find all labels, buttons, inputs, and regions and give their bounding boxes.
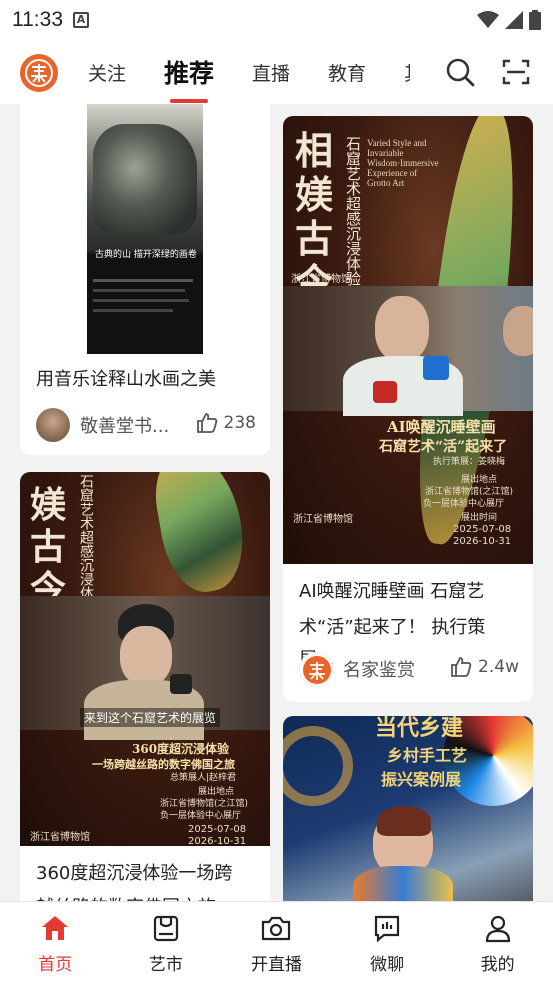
top-nav: 关注 推荐 直播 教育 其 (0, 40, 553, 104)
card-thumbnail: 相 媄 古 今 石窟艺术超感沉浸体验 Varied Style and Inva… (283, 116, 533, 564)
venue-text: 浙江省博物馆(之江馆) (160, 799, 249, 809)
venue-text: 浙江省博物馆(之江馆) (425, 487, 514, 497)
museum-logo-text: 浙江省博物馆 (291, 274, 351, 285)
card-author: 名家鉴赏 (299, 652, 415, 686)
tab-follow[interactable]: 关注 (88, 59, 126, 86)
date-end: 2026-10-31 (188, 836, 247, 846)
card-thumbnail: 古典的山 描开深绿的画卷 (20, 104, 270, 354)
nav-label: 开直播 (250, 955, 302, 975)
home-icon (39, 912, 71, 944)
video-subtitle: 来到这个石窟艺术的展览 (80, 708, 221, 727)
like-value: 2.4w (478, 657, 519, 677)
museum-logo-text: 浙江省博物馆 (293, 514, 353, 525)
curator-text: 总策展人|赵梓君 (170, 773, 237, 783)
museum-logo-text: 浙江省博物馆 (30, 832, 90, 843)
profile-icon (482, 912, 514, 944)
banner-headline: 一场跨越丝路的数字佛国之旅 (92, 758, 235, 771)
market-icon (150, 912, 182, 944)
battery-icon (529, 10, 541, 30)
venue-title: 展出地点 (198, 787, 235, 797)
date-start: 2025-07-08 (188, 824, 247, 835)
banner-headline: AI唤醒沉睡壁画 (387, 418, 496, 436)
photo-people (283, 286, 533, 416)
vertical-title: 石窟艺术超感沉浸体验 (344, 136, 362, 286)
tab-recommend[interactable]: 推荐 (164, 54, 214, 103)
tab-education[interactable]: 教育 (328, 59, 366, 86)
author-name: 名家鉴赏 (343, 660, 415, 681)
author-logo-icon (299, 652, 333, 686)
venue-title: 展出地点 (461, 475, 498, 485)
camera-icon (260, 912, 292, 944)
video-caption: 古典的山 描开深绿的画卷 (95, 250, 197, 260)
nav-label: 微聊 (370, 955, 405, 975)
feed-card[interactable]: 古典的山 描开深绿的画卷 用音乐诠释山水画之美 敬善堂书... 238 (20, 104, 270, 455)
banner-headline: 石窟艺术“活”起来了 (379, 439, 508, 455)
venue-detail: 负一层体验中心展厅 (423, 499, 505, 509)
curator-text: 执行策展：姜晓梅 (433, 457, 506, 467)
nav-go-live[interactable]: 开直播 (221, 902, 332, 984)
nav-label: 艺市 (148, 955, 183, 975)
tab-live[interactable]: 直播 (252, 59, 290, 86)
channel-tabs: 关注 推荐 直播 教育 其 (88, 40, 461, 104)
english-subtitle: Varied Style and Invariable Wisdom·Immer… (367, 138, 439, 188)
signal-icon (505, 11, 523, 29)
scan-icon[interactable] (502, 58, 530, 86)
date-end: 2026-10-31 (453, 536, 512, 547)
like-count[interactable]: 238 (196, 412, 256, 434)
status-time: 11:33 (12, 8, 63, 31)
nav-profile[interactable]: 我的 (442, 902, 553, 984)
date-start: 2025-07-08 (453, 524, 512, 535)
status-icons (477, 10, 541, 30)
wifi-icon (477, 11, 499, 28)
notification-icon: A (73, 12, 89, 28)
like-count[interactable]: 2.4w (450, 656, 519, 678)
card-thumbnail: 媄 古 今 石窟艺术超感沉浸体验 来到这个石窟艺术的展览 360度超沉浸体验 一… (20, 472, 270, 846)
status-bar: 11:33 A (0, 0, 553, 40)
feed-card[interactable]: 媄 古 今 石窟艺术超感沉浸体验 来到这个石窟艺术的展览 360度超沉浸体验 一… (20, 472, 270, 901)
search-icon[interactable] (444, 56, 476, 88)
thumbs-up-icon (451, 657, 472, 677)
avatar (36, 408, 70, 442)
chat-icon (371, 912, 403, 944)
vertical-title: 石窟艺术超感沉浸体验 (78, 474, 94, 614)
nav-label: 我的 (480, 955, 515, 975)
author-name: 敬善堂书... (80, 416, 170, 437)
venue-detail: 负一层体验中心展厅 (160, 811, 242, 821)
card-title: AI唤醒沉睡壁画 石窟艺 (299, 581, 485, 602)
banner-headline: 乡村手工艺 (387, 746, 468, 765)
card-title: 360度超沉浸体验一场跨 (36, 863, 233, 884)
nav-home[interactable]: 首页 (0, 902, 111, 984)
banner-headline: 360度超沉浸体验 (132, 742, 230, 756)
bottom-nav: 首页 艺市 开直播 微聊 我的 (0, 901, 553, 984)
feed-card[interactable]: 相 媄 古 今 石窟艺术超感沉浸体验 Varied Style and Inva… (283, 116, 533, 702)
card-title: 用音乐诠释山水画之美 (36, 369, 216, 390)
thumbs-up-icon (196, 413, 217, 433)
like-value: 238 (223, 413, 256, 433)
nav-label: 首页 (38, 955, 73, 975)
card-thumbnail: 当代乡建 乡村手工艺 振兴案例展 (283, 716, 533, 901)
banner-headline: 当代乡建 (375, 716, 464, 741)
nav-market[interactable]: 艺市 (111, 902, 222, 984)
feed-card[interactable]: 当代乡建 乡村手工艺 振兴案例展 (283, 716, 533, 901)
nav-chat[interactable]: 微聊 (332, 902, 443, 984)
app-logo-icon[interactable] (20, 54, 58, 92)
artwork-swirl (148, 472, 252, 598)
banner-headline: 振兴案例展 (381, 770, 462, 789)
content-feed: 古典的山 描开深绿的画卷 用音乐诠释山水画之美 敬善堂书... 238 相 媄 … (0, 104, 553, 901)
tabs-fade (410, 40, 444, 104)
date-title: 展出时间 (461, 513, 498, 523)
card-title-line2: 越丝路的数字佛国之旅 (36, 892, 256, 901)
card-author: 敬善堂书... (36, 408, 169, 442)
